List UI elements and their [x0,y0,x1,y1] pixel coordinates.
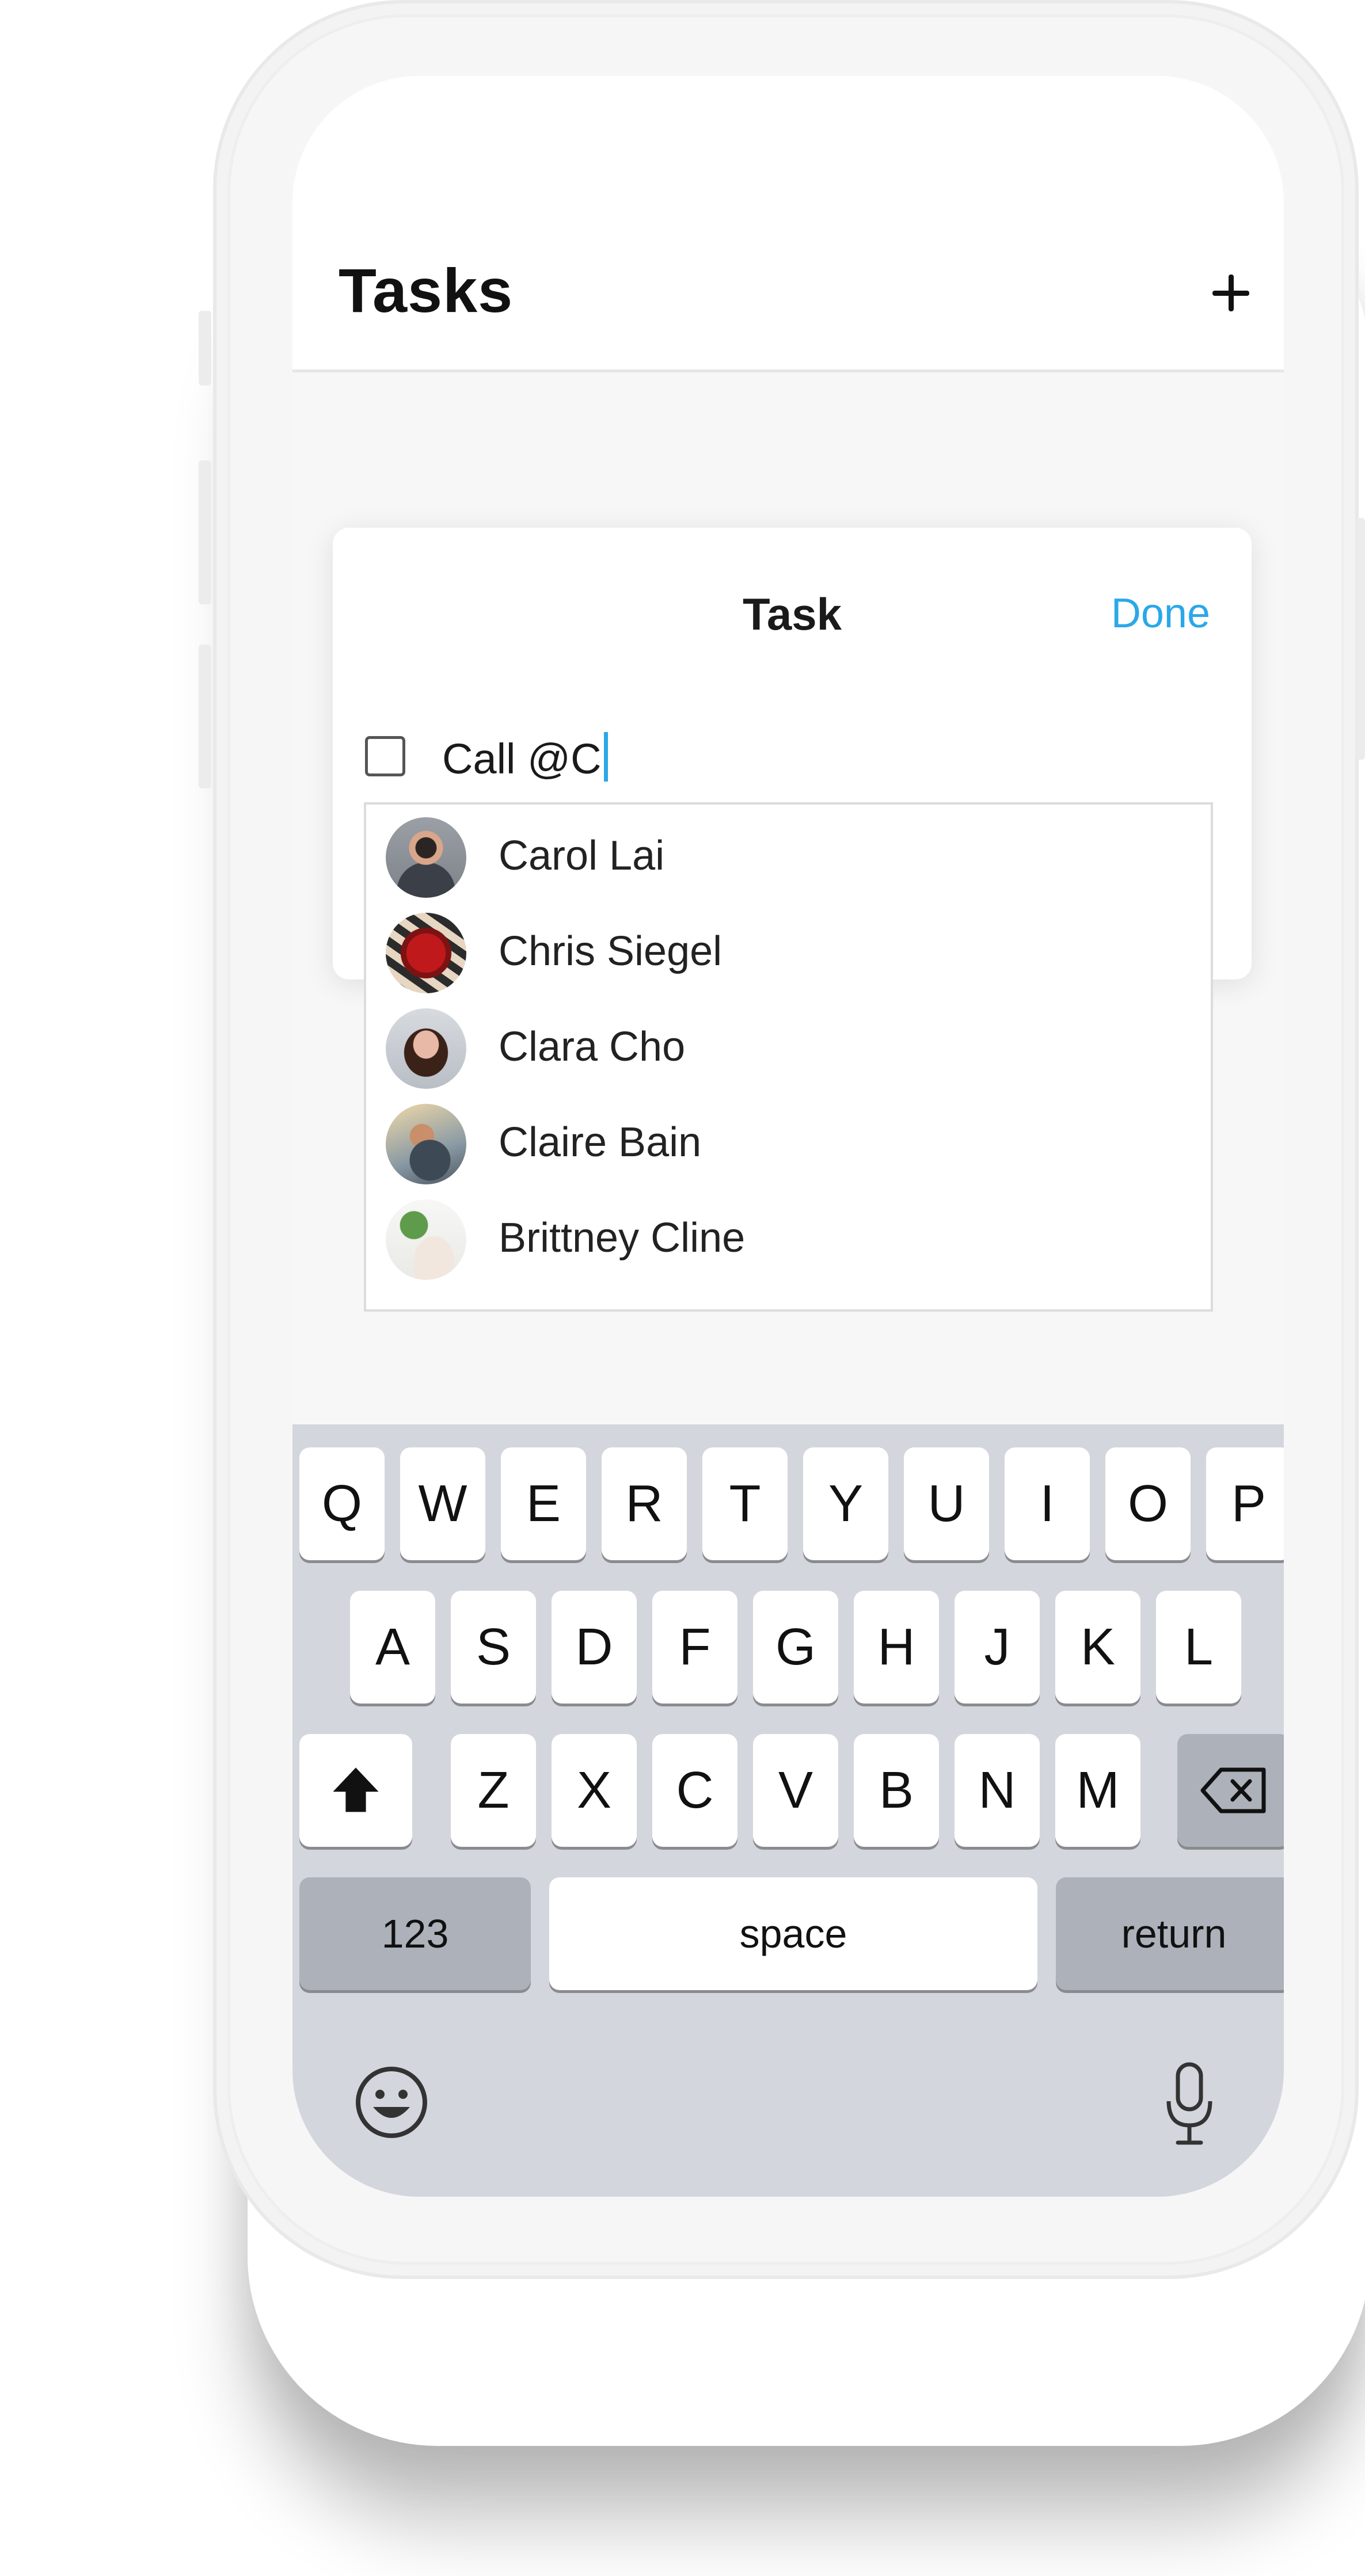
task-input-value: Call @C [442,735,602,783]
mention-item-clara-cho[interactable]: Clara Cho [366,996,1211,1091]
avatar [386,817,466,898]
microphone-icon[interactable] [1162,2061,1217,2147]
key-p[interactable]: P [1206,1447,1284,1560]
key-r[interactable]: R [602,1447,687,1560]
plus-icon[interactable] [1196,260,1265,329]
mention-item-chris-siegel[interactable]: Chris Siegel [366,900,1211,996]
key-s[interactable]: S [451,1591,536,1704]
volume-button [199,645,211,788]
key-n[interactable]: N [955,1734,1040,1847]
mention-name: Brittney Cline [499,1215,746,1261]
key-y[interactable]: Y [803,1447,888,1560]
mention-name: Chris Siegel [499,928,723,974]
key-c[interactable]: C [652,1734,737,1847]
key-q[interactable]: Q [299,1447,385,1560]
backspace-icon [1200,1767,1266,1813]
shift-arrow-icon [333,1767,379,1812]
key-m[interactable]: M [1055,1734,1140,1847]
key-k[interactable]: K [1055,1591,1140,1704]
key-l[interactable]: L [1156,1591,1241,1704]
avatar [386,1008,466,1089]
key-w[interactable]: W [400,1447,485,1560]
mention-item-carol-lai[interactable]: Carol Lai [366,805,1211,900]
key-x[interactable]: X [552,1734,637,1847]
task-checkbox[interactable] [365,736,405,776]
phone-screen: Tasks Task Done Call @C Carol Lai Chris … [292,76,1284,2197]
task-input[interactable]: Call @C [442,732,608,783]
delete-key[interactable] [1177,1734,1284,1847]
volume-button [199,460,211,604]
volume-button [199,311,211,386]
key-b[interactable]: B [854,1734,939,1847]
key-t[interactable]: T [702,1447,788,1560]
shift-key[interactable] [299,1734,412,1847]
key-v[interactable]: V [753,1734,838,1847]
emoji-icon[interactable] [353,2064,429,2140]
space-key[interactable]: space [549,1877,1037,1990]
key-j[interactable]: J [955,1591,1040,1704]
key-e[interactable]: E [501,1447,586,1560]
key-f[interactable]: F [652,1591,737,1704]
avatar [386,913,466,993]
keyboard: Q W E R T Y U I O P A S D F G H J K L Z … [292,1424,1284,2197]
numbers-key[interactable]: 123 [299,1877,531,1990]
key-o[interactable]: O [1105,1447,1191,1560]
mention-name: Claire Bain [499,1119,702,1165]
key-a[interactable]: A [350,1591,435,1704]
avatar [386,1199,466,1280]
key-u[interactable]: U [904,1447,989,1560]
page-title: Tasks [339,256,514,325]
key-h[interactable]: H [854,1591,939,1704]
key-z[interactable]: Z [451,1734,536,1847]
key-i[interactable]: I [1005,1447,1090,1560]
mention-item-brittney-cline[interactable]: Brittney Cline [366,1187,1211,1282]
return-key[interactable]: return [1056,1877,1284,1990]
mention-name: Clara Cho [499,1024,686,1070]
mention-item-claire-bain[interactable]: Claire Bain [366,1091,1211,1187]
power-button [1356,518,1365,760]
key-g[interactable]: G [753,1591,838,1704]
mention-name: Carol Lai [499,833,665,879]
text-caret [603,732,608,782]
avatar [386,1104,466,1184]
navigation-bar: Tasks [292,76,1284,372]
done-button[interactable]: Done [1111,590,1210,637]
mention-suggestions: Carol Lai Chris Siegel Clara Cho Claire … [364,802,1213,1312]
key-d[interactable]: D [552,1591,637,1704]
